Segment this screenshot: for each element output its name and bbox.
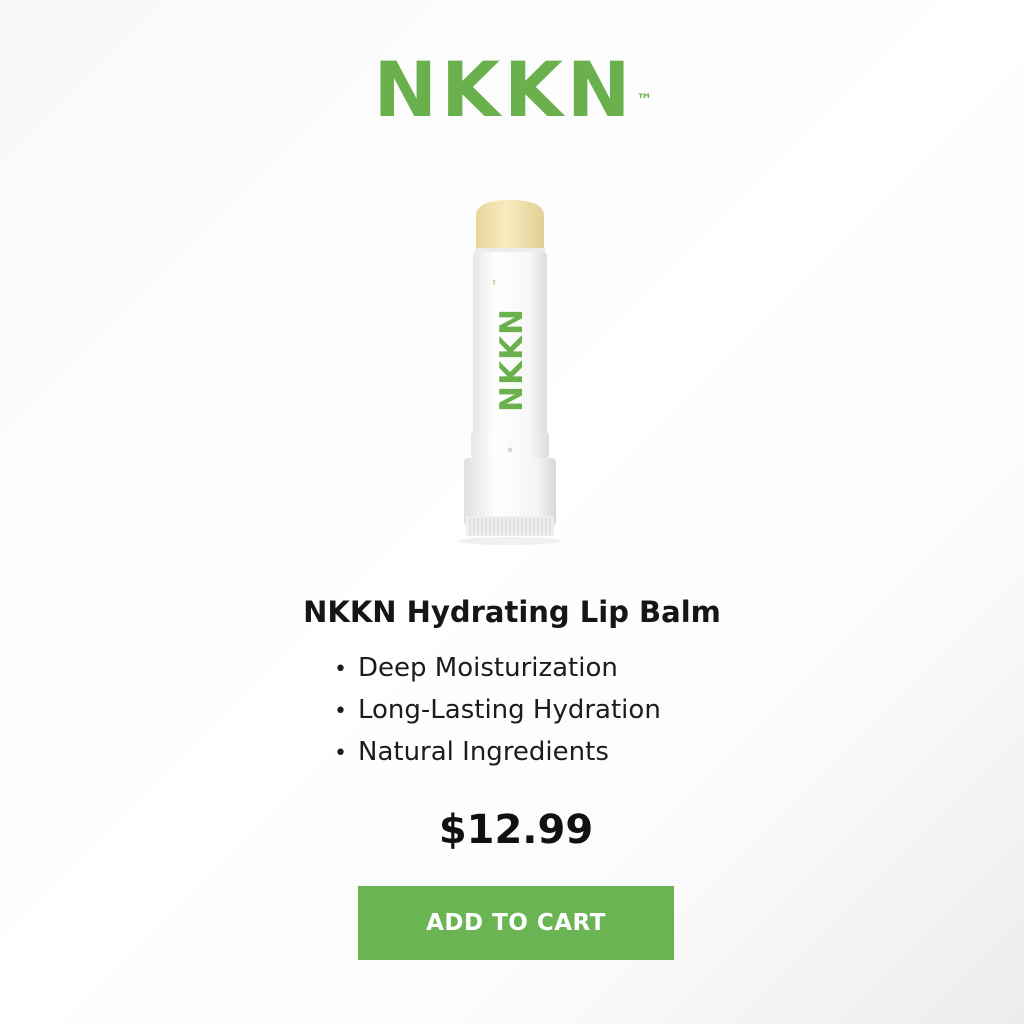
feature-text: Natural Ingredients	[358, 737, 609, 767]
feature-text: Deep Moisturization	[358, 653, 618, 683]
trademark-symbol: ™	[636, 90, 653, 109]
bullet-icon: •	[334, 657, 347, 682]
feature-text: Long-Lasting Hydration	[358, 695, 661, 725]
feature-item: • Natural Ingredients	[334, 732, 661, 774]
balm-stick	[476, 200, 544, 256]
ring-dot	[507, 447, 513, 453]
tube-ring	[471, 432, 549, 458]
product-price: $12.99	[438, 807, 594, 853]
tube-trademark-text: ™	[492, 278, 501, 286]
bullet-icon: •	[334, 699, 347, 724]
brand-name: NKKN	[373, 45, 635, 134]
feature-item: • Long-Lasting Hydration	[334, 690, 661, 732]
tube-brand-text: NKKN	[494, 308, 530, 412]
add-to-cart-button[interactable]: ADD TO CART	[358, 886, 674, 960]
grip-ridges	[469, 518, 551, 535]
lip-balm-product-image: NKKN ™	[458, 200, 562, 545]
bullet-icon: •	[334, 741, 347, 766]
feature-item: • Deep Moisturization	[334, 648, 661, 690]
product-page: NKKN ™ NKKN ™ NKKN Hydrating Lip Balm • …	[0, 0, 1024, 1024]
tube-base	[464, 458, 556, 526]
product-title: NKKN Hydrating Lip Balm	[303, 595, 721, 629]
brand-logo: NKKN ™	[0, 48, 1024, 132]
product-shadow	[458, 537, 562, 545]
feature-list: • Deep Moisturization • Long-Lasting Hydra…	[334, 648, 661, 774]
